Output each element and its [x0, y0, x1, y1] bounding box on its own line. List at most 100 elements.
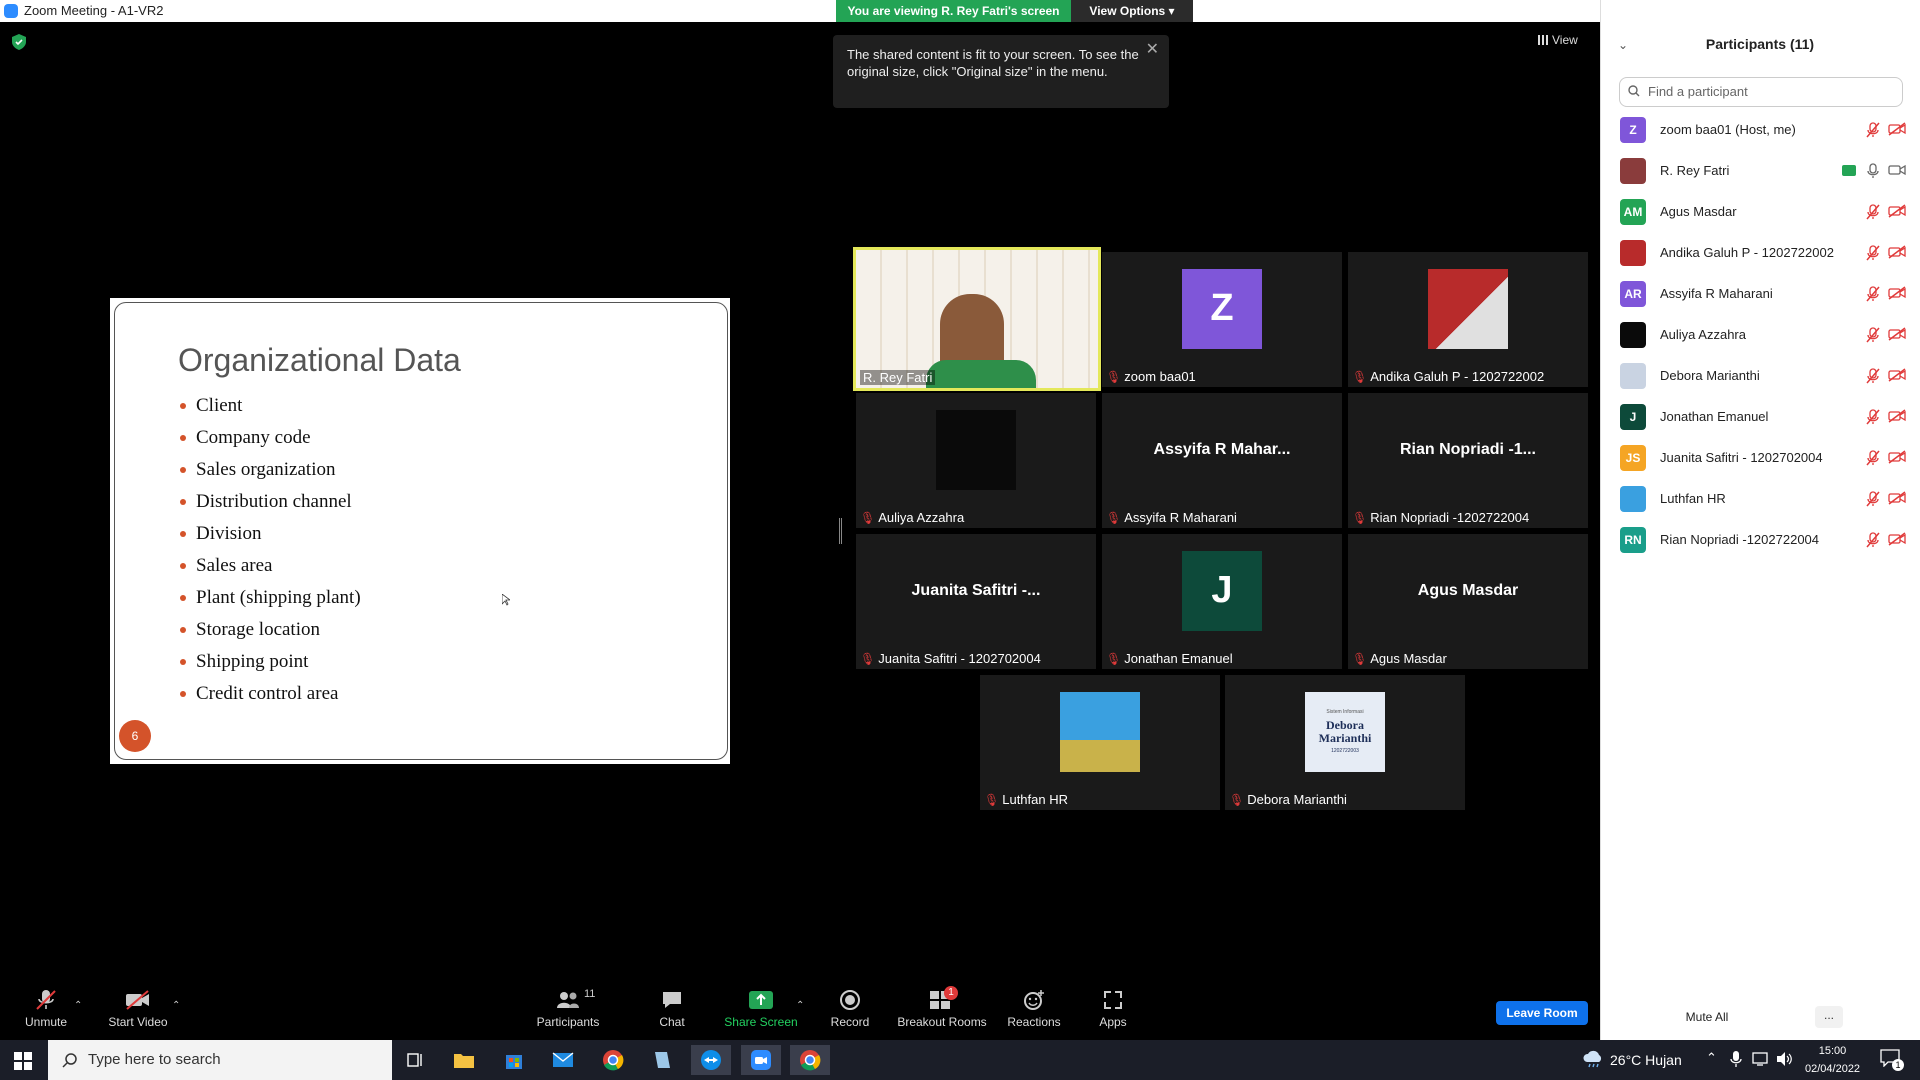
chat-button[interactable]: Chat	[648, 988, 696, 1029]
video-tile[interactable]: Agus Masdar 🎙︎ Agus Masdar	[1348, 534, 1588, 669]
chevron-up-icon[interactable]: ⌃	[172, 1000, 180, 1011]
participant-avatar: Z	[1620, 117, 1646, 143]
participant-row[interactable]: Zzoom baa01 (Host, me)	[1620, 114, 1910, 146]
muted-mic-icon[interactable]	[1866, 450, 1880, 466]
slide-bullet: Division	[178, 522, 361, 554]
mail-icon[interactable]	[543, 1045, 583, 1075]
video-off-icon[interactable]	[1888, 204, 1906, 218]
muted-mic-icon[interactable]	[1866, 491, 1880, 507]
video-tile[interactable]: Assyifa R Mahar... 🎙︎ Assyifa R Maharani	[1102, 393, 1342, 528]
clock-date: 02/04/2022	[1805, 1063, 1861, 1075]
video-off-icon[interactable]	[1888, 450, 1906, 464]
muted-mic-icon[interactable]	[1866, 122, 1880, 138]
muted-mic-icon[interactable]	[1866, 368, 1880, 384]
notepad-icon[interactable]	[642, 1045, 682, 1075]
muted-mic-icon[interactable]	[1866, 327, 1880, 343]
participant-search-input[interactable]: Find a participant	[1619, 77, 1903, 107]
file-explorer-icon[interactable]	[444, 1045, 484, 1075]
participant-avatar	[1620, 363, 1646, 389]
participant-avatar	[1620, 322, 1646, 348]
video-off-icon[interactable]	[1888, 286, 1906, 300]
video-tile[interactable]: 🎙︎ Auliya Azzahra	[856, 393, 1096, 528]
view-options-button[interactable]: View Options ▾	[1071, 0, 1193, 22]
avatar-photo: Sistem Informasi Debora Marianthi 120272…	[1305, 691, 1385, 772]
breakout-rooms-button[interactable]: 1 Breakout Rooms	[896, 986, 988, 1029]
tile-name: R. Rey Fatri	[860, 370, 936, 385]
taskbar-clock[interactable]: 15:00 02/04/2022	[1805, 1042, 1860, 1078]
apps-button[interactable]: Apps	[1094, 988, 1132, 1029]
muted-mic-icon: 🎙︎	[1106, 510, 1122, 525]
store-icon[interactable]	[494, 1045, 534, 1075]
muted-mic-icon[interactable]	[1866, 286, 1880, 302]
video-off-icon[interactable]	[1888, 368, 1906, 382]
video-tile[interactable]: Sistem Informasi Debora Marianthi 120272…	[1225, 675, 1465, 810]
chevron-up-icon[interactable]: ⌃	[1706, 1050, 1717, 1066]
tray-mic-icon[interactable]	[1730, 1050, 1742, 1068]
start-video-button[interactable]: Start Video	[104, 988, 172, 1029]
muted-mic-icon[interactable]	[1866, 245, 1880, 261]
mute-all-button[interactable]: Mute All	[1680, 1006, 1734, 1028]
grid-icon	[1538, 35, 1548, 45]
chrome-icon[interactable]	[593, 1045, 633, 1075]
video-tile[interactable]: Z 🎙︎ zoom baa01	[1102, 252, 1342, 387]
mic-icon[interactable]	[1866, 163, 1880, 179]
teamviewer-icon[interactable]	[691, 1045, 731, 1075]
record-button[interactable]: Record	[826, 988, 874, 1029]
share-screen-button[interactable]: Share Screen	[722, 988, 800, 1029]
participant-row[interactable]: Luthfan HR	[1620, 483, 1910, 515]
video-tile[interactable]: 🎙︎ Luthfan HR	[980, 675, 1220, 810]
zoom-app-icon[interactable]	[741, 1045, 781, 1075]
avatar-photo	[1428, 268, 1508, 349]
video-off-icon[interactable]	[1888, 532, 1906, 546]
participant-row[interactable]: R. Rey Fatri	[1620, 155, 1910, 187]
windows-start-icon[interactable]	[14, 1052, 32, 1070]
weather-text[interactable]: 26°C Hujan	[1610, 1052, 1682, 1068]
video-icon[interactable]	[1888, 163, 1906, 177]
participants-button[interactable]: 11 Participants	[534, 988, 602, 1029]
video-off-icon[interactable]	[1888, 122, 1906, 136]
video-off-icon[interactable]	[1888, 491, 1906, 505]
more-options-button[interactable]: ...	[1815, 1006, 1843, 1028]
muted-mic-icon[interactable]	[1866, 409, 1880, 425]
video-off-icon[interactable]	[1888, 327, 1906, 341]
security-shield-icon[interactable]	[12, 34, 26, 50]
video-tile[interactable]: R. Rey Fatri	[853, 247, 1101, 391]
leave-room-button[interactable]: Leave Room	[1496, 1001, 1588, 1025]
unmute-button[interactable]: Unmute	[22, 988, 70, 1029]
participant-row[interactable]: RN Rian Nopriadi -1202722004	[1620, 524, 1910, 556]
muted-mic-icon: 🎙︎	[1352, 369, 1368, 384]
participant-name: Debora Marianthi	[1660, 368, 1760, 383]
muted-mic-icon[interactable]	[1866, 532, 1880, 548]
close-tooltip-icon[interactable]: ✕	[1146, 41, 1159, 58]
chrome-window-icon[interactable]	[790, 1045, 830, 1075]
video-tile[interactable]: J 🎙︎ Jonathan Emanuel	[1102, 534, 1342, 669]
participant-row[interactable]: Auliya Azzahra	[1620, 319, 1910, 351]
reactions-button[interactable]: Reactions	[1006, 988, 1062, 1029]
video-off-icon[interactable]	[1888, 409, 1906, 423]
chevron-up-icon[interactable]: ⌃	[74, 1000, 82, 1011]
participant-row[interactable]: AR Assyifa R Maharani	[1620, 278, 1910, 310]
video-tile[interactable]: 🎙︎ Andika Galuh P - 1202722002	[1348, 252, 1588, 387]
split-divider-handle[interactable]	[839, 518, 842, 544]
taskbar-search-input[interactable]: Type here to search	[48, 1040, 392, 1080]
chevron-up-icon[interactable]: ⌃	[796, 1000, 804, 1011]
video-tile[interactable]: Rian Nopriadi -1... 🎙︎ Rian Nopriadi -120…	[1348, 393, 1588, 528]
notification-center-icon[interactable]: 1	[1880, 1049, 1904, 1071]
video-tile[interactable]: Juanita Safitri -... 🎙︎ Juanita Safitri -…	[856, 534, 1096, 669]
video-off-icon[interactable]	[1888, 245, 1906, 259]
bullet-dot	[180, 435, 186, 441]
weather-cloud-icon[interactable]	[1582, 1049, 1604, 1069]
participant-row[interactable]: AM Agus Masdar	[1620, 196, 1910, 228]
participant-row[interactable]: J Jonathan Emanuel	[1620, 401, 1910, 433]
task-view-icon[interactable]	[395, 1045, 435, 1075]
muted-mic-icon[interactable]	[1866, 204, 1880, 220]
view-button[interactable]: View	[1538, 33, 1578, 47]
participant-row[interactable]: JS Juanita Safitri - 1202702004	[1620, 442, 1910, 474]
zoom-logo-icon	[4, 4, 18, 18]
search-placeholder: Find a participant	[1648, 84, 1748, 99]
view-button-label: View	[1552, 33, 1578, 47]
participant-row[interactable]: Debora Marianthi	[1620, 360, 1910, 392]
participant-row[interactable]: Andika Galuh P - 1202722002	[1620, 237, 1910, 269]
volume-icon[interactable]	[1776, 1051, 1794, 1067]
network-icon[interactable]	[1752, 1051, 1770, 1067]
